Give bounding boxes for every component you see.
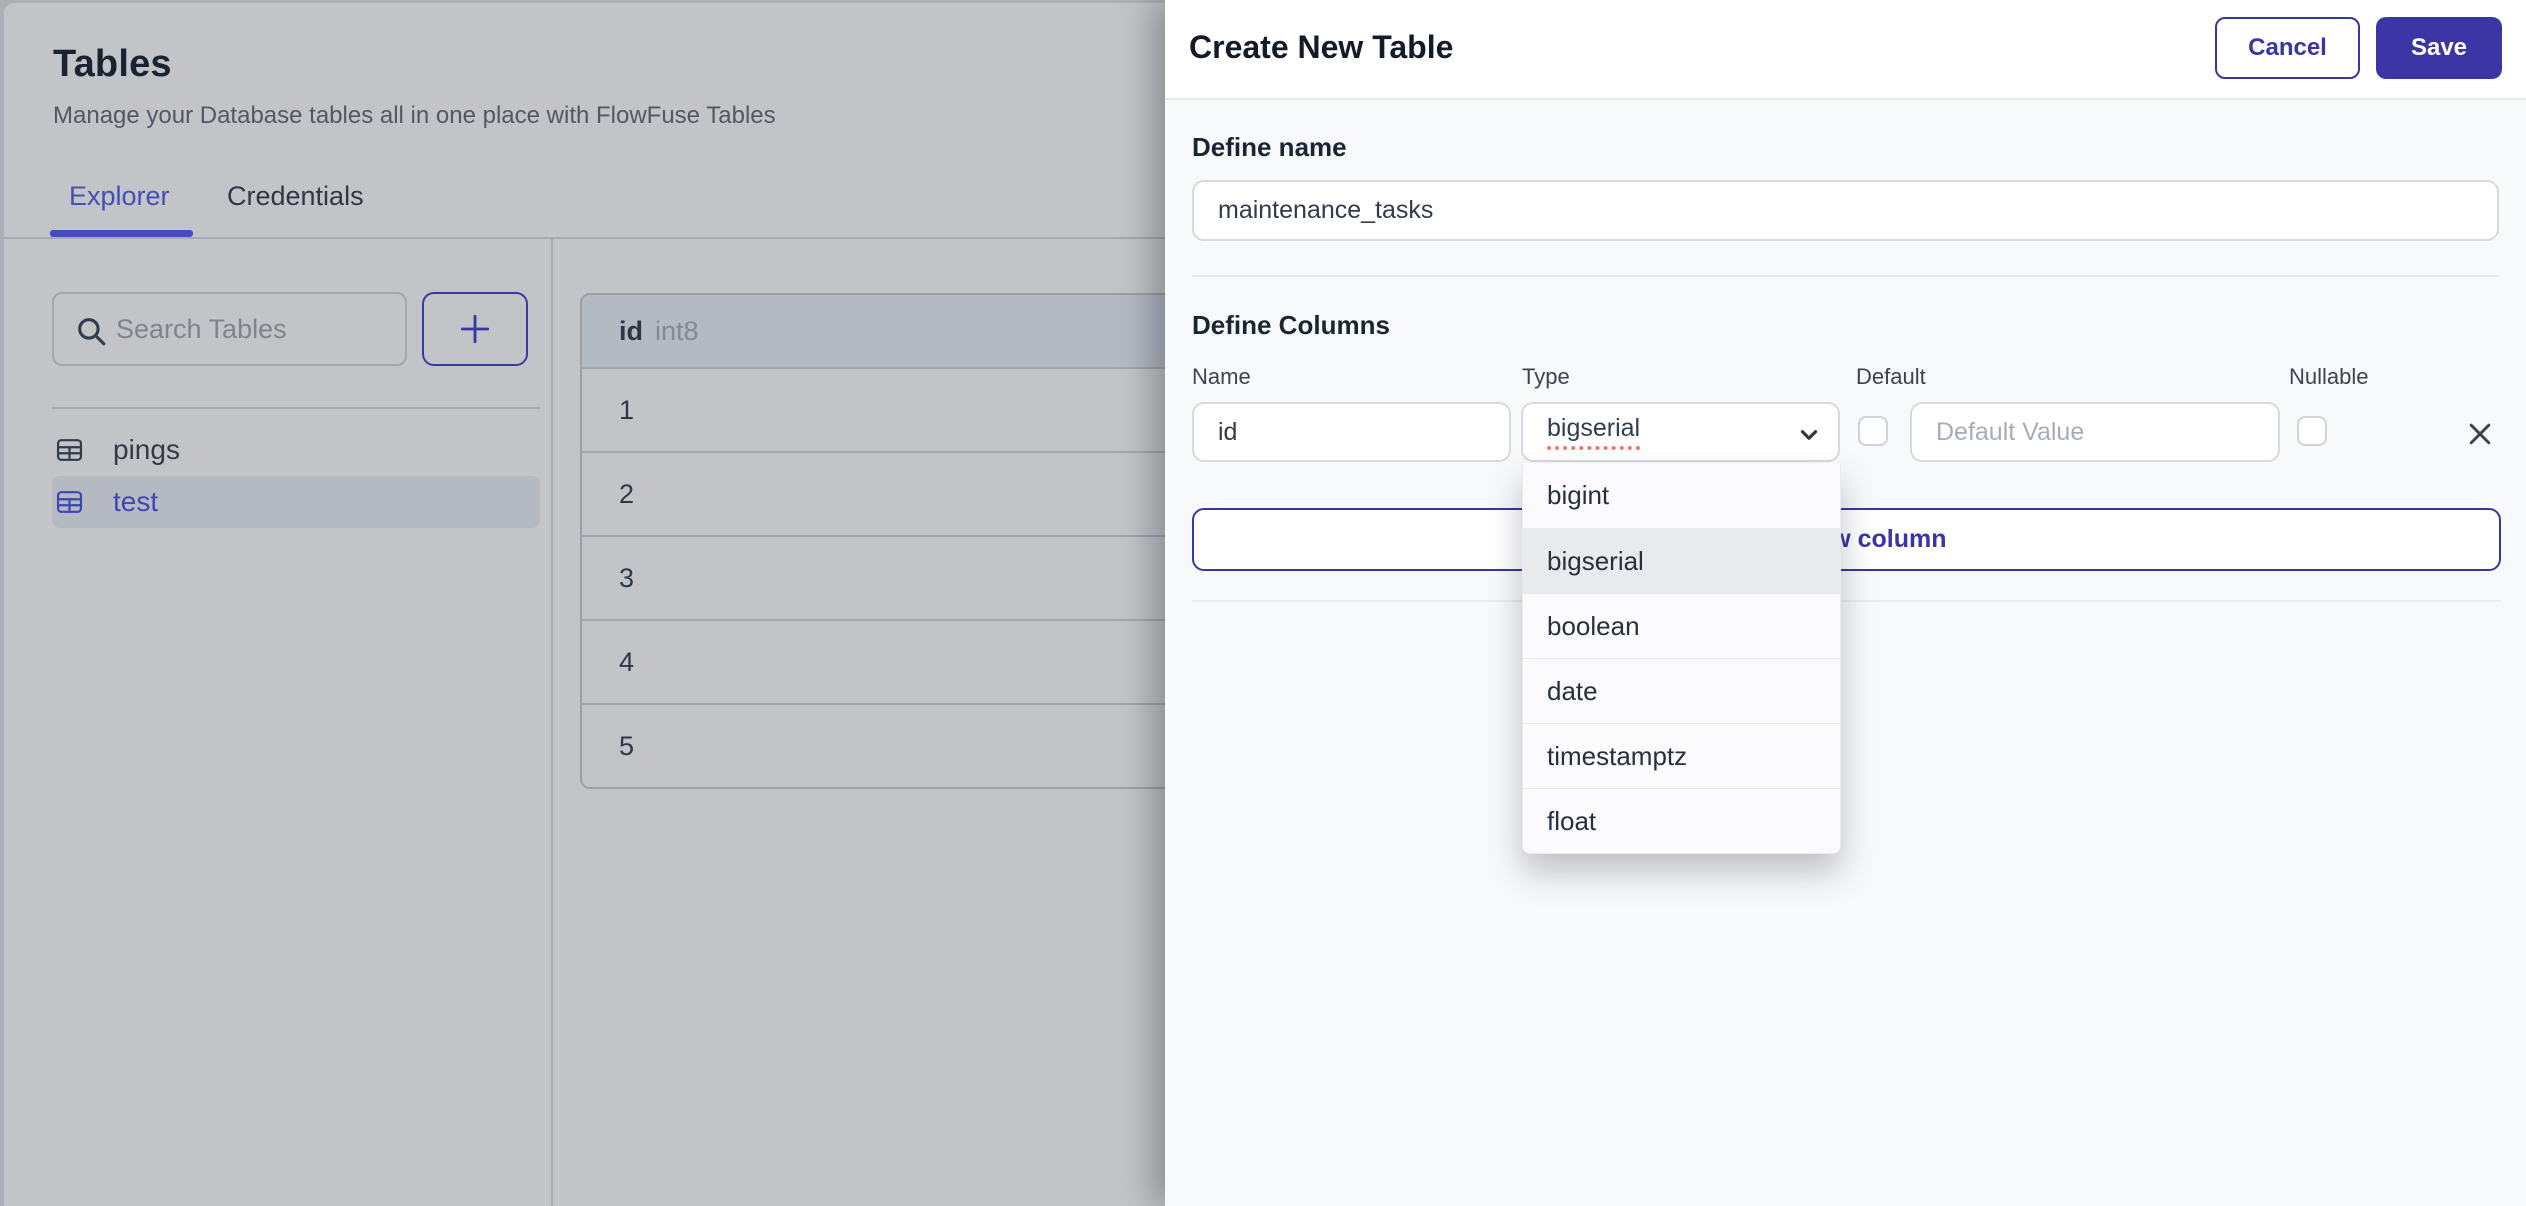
section-divider <box>1192 275 2499 277</box>
column-name-input[interactable] <box>1192 402 1511 462</box>
nullable-checkbox[interactable] <box>2297 416 2327 446</box>
define-name-label: Define name <box>1192 132 1347 162</box>
table-name-input[interactable] <box>1192 180 2499 241</box>
type-option-date[interactable]: date <box>1523 658 1840 723</box>
chevron-down-icon <box>1800 430 1818 440</box>
type-option-bigserial[interactable]: bigserial <box>1523 528 1840 593</box>
column-header-default: Default <box>1856 364 1926 389</box>
column-header-type: Type <box>1522 364 1570 389</box>
type-option-bigint[interactable]: bigint <box>1523 463 1840 528</box>
type-dropdown-menu: bigint bigserial boolean date timestampt… <box>1522 463 1841 854</box>
drawer-header: Create New Table Cancel Save <box>1165 0 2526 100</box>
create-table-drawer: Create New Table Cancel Save Define name… <box>1165 0 2526 1206</box>
define-columns-label: Define Columns <box>1192 310 1390 340</box>
default-checkbox[interactable] <box>1858 416 1888 446</box>
drawer-title: Create New Table <box>1189 29 1454 65</box>
default-value-input[interactable] <box>1910 402 2280 462</box>
type-option-boolean[interactable]: boolean <box>1523 593 1840 658</box>
column-header-name: Name <box>1192 364 1251 389</box>
type-option-timestamptz[interactable]: timestamptz <box>1523 723 1840 788</box>
column-type-value: bigserial <box>1547 414 1641 450</box>
remove-column-icon[interactable] <box>2465 419 2495 449</box>
column-header-nullable: Nullable <box>2289 364 2369 389</box>
save-button[interactable]: Save <box>2376 17 2502 79</box>
add-new-column-button[interactable]: Add new column <box>1192 508 2501 571</box>
type-option-float[interactable]: float <box>1523 788 1840 853</box>
section-divider <box>1192 600 2501 602</box>
column-type-select[interactable]: bigserial <box>1521 402 1840 462</box>
cancel-button[interactable]: Cancel <box>2215 17 2360 79</box>
